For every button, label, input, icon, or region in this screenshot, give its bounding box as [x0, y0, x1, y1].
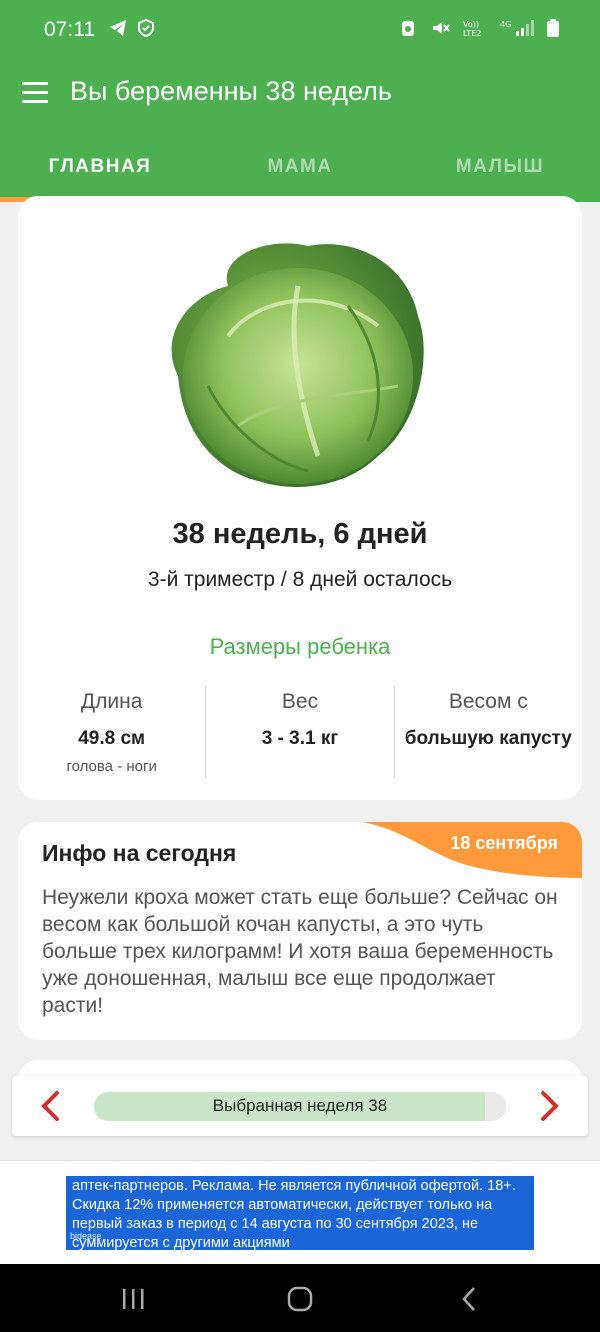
- week-progress[interactable]: Выбранная неделя 38: [94, 1092, 506, 1121]
- page-title: Вы беременны 38 недель: [70, 76, 392, 106]
- chevron-left-icon[interactable]: [36, 1090, 66, 1122]
- tab-baby[interactable]: МАЛЫШ: [400, 130, 600, 202]
- telegram-icon: [110, 20, 126, 36]
- alarm-icon: [402, 21, 414, 36]
- ad-banner[interactable]: аптек-партнеров. Реклама. Не является пу…: [66, 1176, 534, 1250]
- ad-brand: bidease: [70, 1231, 102, 1241]
- hamburger-menu-icon[interactable]: [22, 82, 48, 104]
- week-navigator: Выбранная неделя 38: [12, 1076, 588, 1136]
- ad-area: аптек-партнеров. Реклама. Не является пу…: [0, 1160, 600, 1264]
- svg-text:4G: 4G: [500, 20, 511, 29]
- recent-apps-icon[interactable]: [118, 1286, 148, 1312]
- cabbage-image: [171, 243, 424, 488]
- stat-value: 3 - 3.1 кг: [261, 728, 339, 749]
- chevron-right-icon[interactable]: [534, 1090, 564, 1122]
- stat-weight: Вес 3 - 3.1 кг: [205, 686, 393, 778]
- stat-sub: голова - ноги: [66, 758, 157, 775]
- tab-mom[interactable]: МАМА: [200, 130, 400, 202]
- svg-text:LTE2: LTE2: [463, 29, 481, 38]
- stat-label: Весом с: [448, 690, 528, 713]
- stat-label: Длина: [80, 690, 143, 713]
- baby-stats: Длина 49.8 см голова - ноги Вес 3 - 3.1 …: [18, 686, 582, 778]
- home-icon[interactable]: [285, 1286, 315, 1312]
- stat-label: Вес: [281, 690, 319, 713]
- stat-value: 49.8 см: [78, 728, 146, 749]
- shield-check-icon: [138, 18, 154, 38]
- battery-icon: [547, 19, 559, 37]
- week-summary-card: 38 недель, 6 дней 3-й триместр / 8 дней …: [18, 196, 582, 800]
- mute-icon: [433, 22, 450, 34]
- status-time: 07:11: [44, 18, 95, 41]
- ad-text: аптек-партнеров. Реклама. Не является пу…: [72, 1178, 516, 1250]
- weeks-label: 38 недель, 6 дней: [172, 518, 428, 550]
- daily-info-card: 18 сентября Инфо на сегодня Неужели крох…: [18, 822, 582, 1040]
- app-bar: Вы беременны 38 недель: [0, 60, 600, 130]
- trimester-label: 3-й триместр / 8 дней осталось: [147, 568, 453, 591]
- 4g-signal-icon: 4G: [500, 20, 534, 36]
- back-icon[interactable]: [455, 1286, 485, 1312]
- baby-sizes-title: Размеры ребенка: [209, 634, 391, 659]
- tab-bar: ГЛАВНАЯ МАМА МАЛЫШ: [0, 130, 600, 202]
- info-title: Инфо на сегодня: [42, 840, 237, 866]
- status-bar: 07:11 Vo)) LTE2 4G: [0, 0, 600, 60]
- stat-length: Длина 49.8 см голова - ноги: [18, 686, 205, 778]
- system-nav-bar: [0, 1264, 600, 1332]
- volte-icon: Vo))LTE2: [463, 20, 481, 38]
- tab-main[interactable]: ГЛАВНАЯ: [0, 130, 200, 202]
- info-date: 18 сентября: [450, 833, 558, 853]
- stat-comparison: Весом с большую капусту: [393, 686, 582, 778]
- selected-week-label: Выбранная неделя 38: [212, 1096, 388, 1115]
- stat-value: большую капусту: [404, 728, 572, 749]
- svg-text:Vo)): Vo)): [463, 20, 479, 29]
- info-body: Неужели кроха может стать еще больше? Се…: [42, 886, 558, 1017]
